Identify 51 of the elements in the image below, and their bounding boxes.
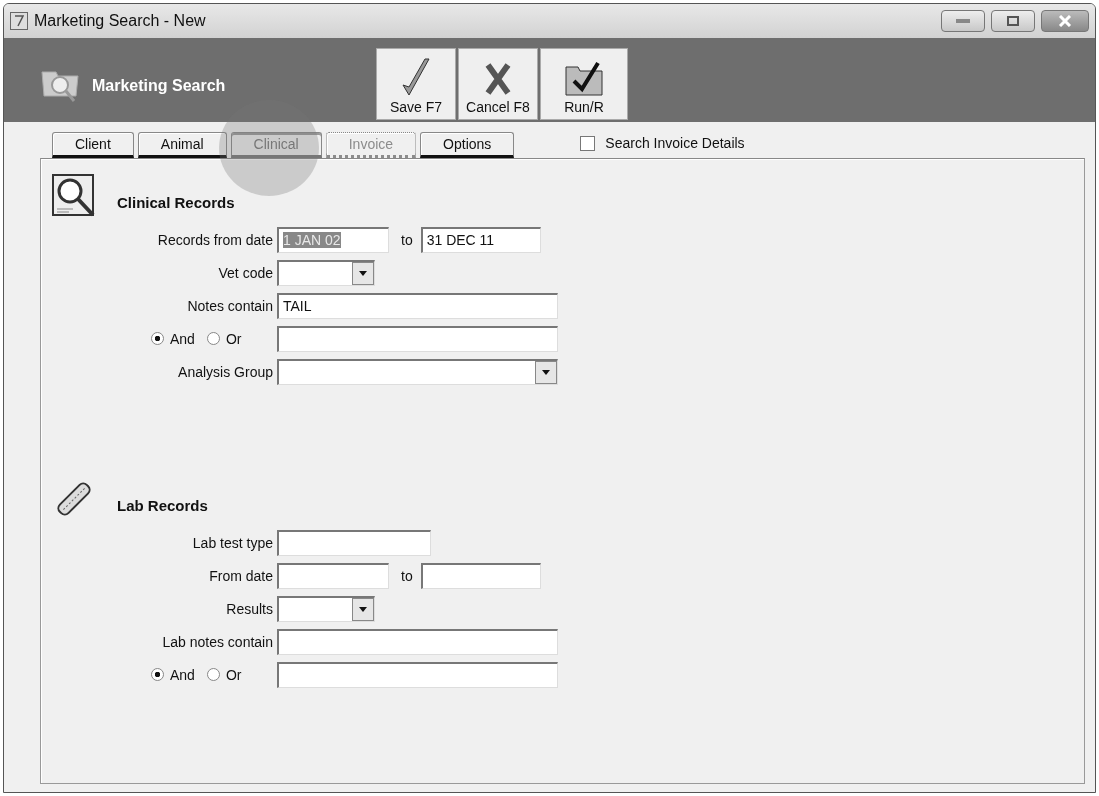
dropdown-field[interactable] xyxy=(277,595,375,622)
text-field[interactable] xyxy=(277,529,431,556)
toolbar-button[interactable]: Run/R xyxy=(540,48,628,120)
radio-button[interactable] xyxy=(151,668,164,681)
radio-label: Or xyxy=(225,330,242,347)
date-field[interactable] xyxy=(277,562,389,589)
checkbox[interactable] xyxy=(580,135,596,151)
close-icon xyxy=(1058,15,1072,27)
field-label: Analysis Group xyxy=(178,363,273,380)
radio-label: Or xyxy=(225,666,242,683)
radio-label: And xyxy=(170,666,195,683)
radio-button[interactable] xyxy=(206,332,220,345)
text-field[interactable] xyxy=(277,325,558,352)
field-label: Notes contain xyxy=(187,297,273,314)
text-field[interactable]: TAIL xyxy=(277,292,558,319)
radio-label: And xyxy=(170,330,195,347)
tab[interactable]: Animal xyxy=(137,132,227,158)
tab[interactable]: Options xyxy=(420,132,515,158)
search-invoice-checkbox[interactable]: Search Invoice Details xyxy=(580,135,745,151)
toolbar-button[interactable]: Cancel F8 xyxy=(458,48,538,120)
field-label: From date xyxy=(209,567,273,584)
text-field[interactable] xyxy=(277,661,558,688)
close-button[interactable] xyxy=(1041,10,1089,32)
section-title: Clinical Records xyxy=(117,193,235,211)
dropdown-field[interactable] xyxy=(277,358,558,385)
to-label: to xyxy=(401,231,413,248)
radio-button[interactable] xyxy=(151,332,164,345)
radio-button[interactable] xyxy=(206,668,220,681)
field-label: Vet code xyxy=(218,264,273,281)
field-label: Results xyxy=(226,600,273,617)
field-label: Lab notes contain xyxy=(162,633,273,650)
maximize-icon xyxy=(1007,16,1019,26)
section-title: Lab Records xyxy=(117,496,208,514)
app-icon xyxy=(10,12,28,30)
minimize-icon xyxy=(956,19,970,23)
cross-icon xyxy=(484,61,512,97)
dropdown-field[interactable] xyxy=(277,259,375,286)
folder-check-icon xyxy=(564,59,604,97)
field-label: Lab test type xyxy=(192,534,273,551)
header-title: Marketing Search xyxy=(92,77,226,95)
date-field[interactable]: 31 DEC 11 xyxy=(420,226,541,253)
toolbar-button[interactable]: Save F7 xyxy=(376,48,456,120)
date-field[interactable] xyxy=(420,562,541,589)
text-field[interactable] xyxy=(277,628,558,655)
to-label: to xyxy=(401,567,413,584)
minimize-button[interactable] xyxy=(941,10,985,32)
tab[interactable]: Client xyxy=(52,132,134,158)
field-label: Records from date xyxy=(157,231,273,248)
magnifier-document-icon xyxy=(51,173,97,219)
window-title: Marketing Search - New xyxy=(34,12,207,30)
maximize-button[interactable] xyxy=(991,10,1035,32)
